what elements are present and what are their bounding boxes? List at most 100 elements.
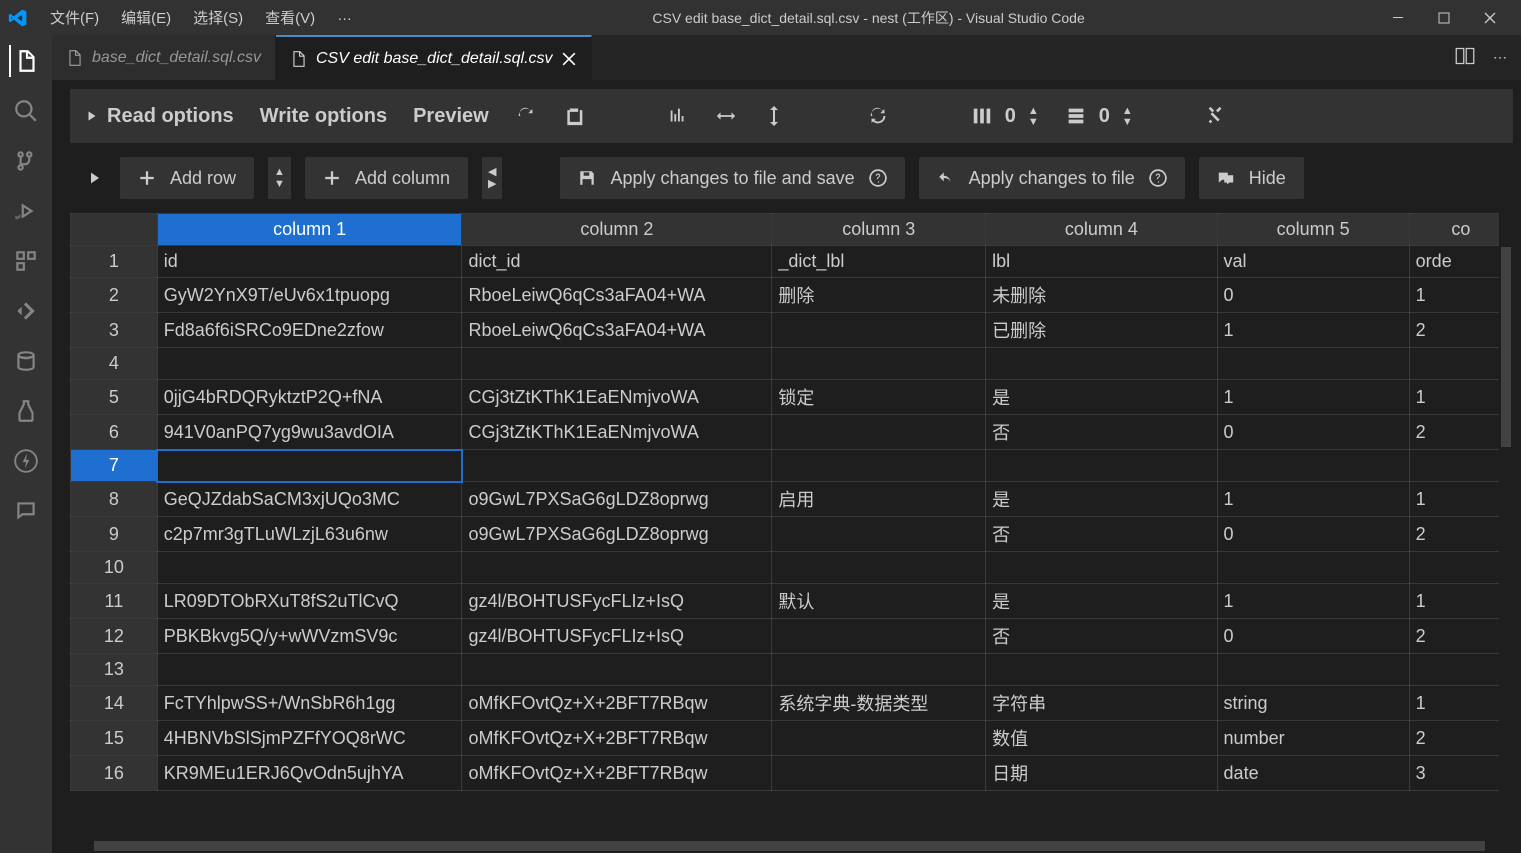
table-cell[interactable]: 0 [1217, 415, 1409, 450]
sync-icon[interactable] [867, 105, 889, 127]
table-cell[interactable] [157, 450, 462, 482]
table-cell[interactable]: 字符串 [986, 686, 1217, 721]
rows-icon[interactable] [1065, 105, 1087, 127]
explorer-icon[interactable] [9, 45, 41, 77]
menu-edit[interactable]: 编辑(E) [111, 3, 181, 32]
table-cell[interactable]: RboeLeiwQ6qCs3aFA04+WA [462, 313, 772, 348]
table-cell[interactable]: 日期 [986, 756, 1217, 791]
table-cell[interactable]: 锁定 [772, 380, 986, 415]
table-cell[interactable]: 1 [1409, 584, 1512, 619]
table-cell[interactable]: orde [1409, 246, 1512, 278]
table-row[interactable]: 14FcTYhlpwSS+/WnSbR6h1ggoMfKFOvtQz+X+2BF… [71, 686, 1513, 721]
row-number[interactable]: 9 [71, 517, 158, 552]
table-cell[interactable]: _dict_lbl [772, 246, 986, 278]
table-cell[interactable]: 已删除 [986, 313, 1217, 348]
table-cell[interactable] [986, 552, 1217, 584]
table-cell[interactable] [1409, 348, 1512, 380]
row-number[interactable]: 12 [71, 619, 158, 654]
table-cell[interactable]: date [1217, 756, 1409, 791]
csv-table[interactable]: column 1 column 2 column 3 column 4 colu… [70, 213, 1513, 791]
table-cell[interactable] [772, 721, 986, 756]
row-number[interactable]: 1 [71, 246, 158, 278]
table-cell[interactable]: 数值 [986, 721, 1217, 756]
table-cell[interactable]: 1 [1409, 686, 1512, 721]
h-resize-icon[interactable] [715, 105, 737, 127]
table-cell[interactable]: oMfKFOvtQz+X+2BFT7RBqw [462, 756, 772, 791]
row-number[interactable]: 4 [71, 348, 158, 380]
table-row[interactable]: 3Fd8a6f6iSRCo9EDne2zfowRboeLeiwQ6qCs3aFA… [71, 313, 1513, 348]
table-cell[interactable]: 2 [1409, 721, 1512, 756]
table-cell[interactable]: 0 [1217, 619, 1409, 654]
table-cell[interactable] [772, 313, 986, 348]
col-header-1[interactable]: column 1 [157, 214, 462, 246]
v-resize-icon[interactable] [763, 105, 785, 127]
apply-button[interactable]: Apply changes to file [919, 157, 1185, 199]
table-cell[interactable]: 未删除 [986, 278, 1217, 313]
table-cell[interactable]: 否 [986, 517, 1217, 552]
table-cell[interactable]: dict_id [462, 246, 772, 278]
table-row[interactable]: 10 [71, 552, 1513, 584]
row-number[interactable]: 5 [71, 380, 158, 415]
h-scrollbar[interactable] [70, 839, 1513, 853]
table-row[interactable]: 9c2p7mr3gTLuWLzjL63u6nwo9GwL7PXSaG6gLDZ8… [71, 517, 1513, 552]
table-cell[interactable]: oMfKFOvtQz+X+2BFT7RBqw [462, 686, 772, 721]
table-cell[interactable]: 系统字典-数据类型 [772, 686, 986, 721]
menu-view[interactable]: 查看(V) [255, 3, 325, 32]
row-number[interactable]: 15 [71, 721, 158, 756]
table-cell[interactable]: id [157, 246, 462, 278]
table-cell[interactable] [772, 756, 986, 791]
table-cell[interactable]: o9GwL7PXSaG6gLDZ8oprwg [462, 517, 772, 552]
table-cell[interactable]: 3 [1409, 756, 1512, 791]
row-number[interactable]: 10 [71, 552, 158, 584]
row-number[interactable]: 8 [71, 482, 158, 517]
row-number[interactable]: 6 [71, 415, 158, 450]
table-cell[interactable] [462, 654, 772, 686]
table-cell[interactable] [772, 517, 986, 552]
table-cell[interactable] [772, 552, 986, 584]
search-icon[interactable] [10, 95, 42, 127]
table-cell[interactable]: RboeLeiwQ6qCs3aFA04+WA [462, 278, 772, 313]
table-cell[interactable]: GeQJZdabSaCM3xjUQo3MC [157, 482, 462, 517]
table-cell[interactable]: 2 [1409, 415, 1512, 450]
expand-icon[interactable] [84, 167, 106, 189]
row-number[interactable]: 16 [71, 756, 158, 791]
extensions-icon[interactable] [10, 245, 42, 277]
table-cell[interactable]: CGj3tZtKThK1EaENmjvoWA [462, 380, 772, 415]
table-cell[interactable] [462, 348, 772, 380]
split-editor-icon[interactable] [1455, 46, 1475, 69]
table-cell[interactable]: 2 [1409, 313, 1512, 348]
add-column-button[interactable]: Add column [305, 157, 468, 199]
testing-icon[interactable] [10, 395, 42, 427]
source-control-icon[interactable] [10, 145, 42, 177]
table-cell[interactable] [157, 348, 462, 380]
table-cell[interactable]: 默认 [772, 584, 986, 619]
tab-base-dict-csv[interactable]: base_dict_detail.sql.csv [52, 35, 276, 80]
table-cell[interactable]: lbl [986, 246, 1217, 278]
table-cell[interactable]: 1 [1409, 278, 1512, 313]
table-row[interactable]: 154HBNVbSlSjmPZFfYOQ8rWCoMfKFOvtQz+X+2BF… [71, 721, 1513, 756]
run-debug-icon[interactable] [10, 195, 42, 227]
row-spinner[interactable]: ▲▼ [268, 157, 291, 199]
table-cell[interactable] [157, 552, 462, 584]
reload-icon[interactable] [515, 105, 537, 127]
table-cell[interactable]: gz4l/BOHTUSFycFLIz+IsQ [462, 619, 772, 654]
table-cell[interactable] [1409, 552, 1512, 584]
column-spinner[interactable]: ◀▶ [482, 157, 502, 199]
paste-icon[interactable] [563, 105, 585, 127]
table-cell[interactable] [157, 654, 462, 686]
table-cell[interactable]: 941V0anPQ7yg9wu3avdOIA [157, 415, 462, 450]
close-button[interactable] [1467, 0, 1513, 35]
table-cell[interactable] [772, 654, 986, 686]
thunder-icon[interactable] [10, 445, 42, 477]
col-header-2[interactable]: column 2 [462, 214, 772, 246]
col-header-5[interactable]: column 5 [1217, 214, 1409, 246]
table-row[interactable]: 11LR09DTObRXuT8fS2uTlCvQgz4l/BOHTUSFycFL… [71, 584, 1513, 619]
git-lens-icon[interactable] [10, 295, 42, 327]
help-icon[interactable] [869, 169, 887, 187]
menu-select[interactable]: 选择(S) [183, 3, 253, 32]
row-number[interactable]: 14 [71, 686, 158, 721]
col-width-spinner[interactable]: ▲▼ [1028, 106, 1039, 127]
table-cell[interactable] [986, 450, 1217, 482]
table-cell[interactable]: Fd8a6f6iSRCo9EDne2zfow [157, 313, 462, 348]
tab-csv-edit[interactable]: CSV edit base_dict_detail.sql.csv [276, 35, 592, 80]
